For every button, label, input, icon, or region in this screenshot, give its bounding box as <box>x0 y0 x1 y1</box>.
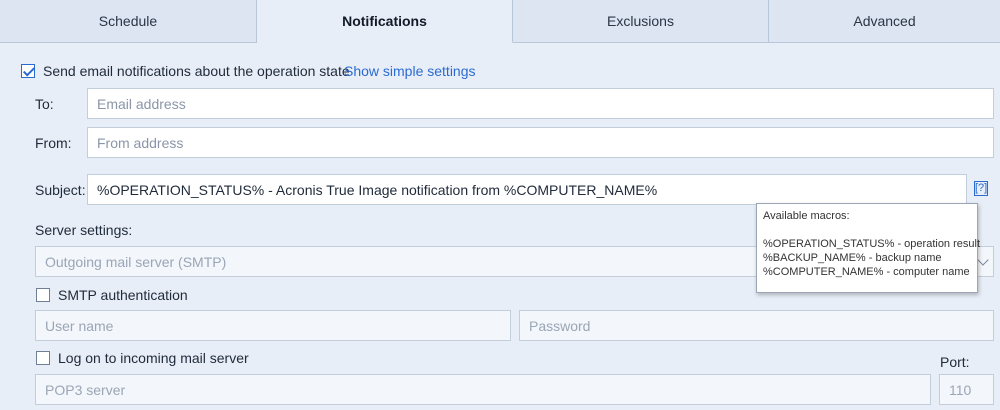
server-settings-label: Server settings: <box>35 222 133 238</box>
port-input[interactable]: 110 <box>939 374 994 405</box>
send-email-label[interactable]: Send email notifications about the opera… <box>43 63 350 79</box>
pop3-server-input[interactable]: POP3 server <box>35 374 931 405</box>
to-email-input[interactable]: Email address <box>87 88 994 119</box>
subject-input[interactable]: %OPERATION_STATUS% - Acronis True Image … <box>87 174 967 205</box>
smtp-username-placeholder: User name <box>45 317 114 334</box>
chevron-down-icon[interactable] <box>977 254 989 266</box>
from-address-input[interactable]: From address <box>87 127 994 158</box>
subject-label: Subject: <box>35 182 86 198</box>
smtp-auth-checkbox[interactable] <box>36 288 50 302</box>
tab-notifications[interactable]: Notifications <box>257 0 513 43</box>
smtp-password-input[interactable]: Password <box>519 310 994 341</box>
tooltip-macro-operation-status: %OPERATION_STATUS% - operation result <box>763 238 981 250</box>
incoming-logon-label[interactable]: Log on to incoming mail server <box>58 350 249 366</box>
tab-bar: Schedule Notifications Exclusions Advanc… <box>0 0 1000 44</box>
smtp-username-input[interactable]: User name <box>35 310 511 341</box>
tooltip-macro-computer-name: %COMPUTER_NAME% - computer name <box>763 266 970 278</box>
tab-advanced[interactable]: Advanced <box>769 0 1000 43</box>
outgoing-server-placeholder: Outgoing mail server (SMTP) <box>45 253 227 270</box>
tab-exclusions[interactable]: Exclusions <box>513 0 769 43</box>
subject-value: %OPERATION_STATUS% - Acronis True Image … <box>97 181 658 198</box>
from-address-placeholder: From address <box>97 134 184 151</box>
port-label: Port: <box>940 354 970 370</box>
incoming-logon-checkbox[interactable] <box>36 351 50 365</box>
tab-schedule[interactable]: Schedule <box>0 0 257 43</box>
tooltip-title: Available macros: <box>763 210 850 222</box>
macros-tooltip: Available macros: %OPERATION_STATUS% - o… <box>756 203 981 293</box>
port-value: 110 <box>949 381 972 398</box>
smtp-auth-label[interactable]: SMTP authentication <box>58 287 188 303</box>
send-email-checkbox[interactable] <box>21 64 35 78</box>
from-label: From: <box>35 135 72 151</box>
subject-help-icon[interactable]: [?] <box>974 181 988 196</box>
to-email-placeholder: Email address <box>97 95 186 112</box>
pop3-server-placeholder: POP3 server <box>45 381 126 398</box>
show-simple-settings-link[interactable]: Show simple settings <box>344 63 476 79</box>
to-label: To: <box>35 96 54 112</box>
smtp-password-placeholder: Password <box>529 317 591 334</box>
tooltip-macro-backup-name: %BACKUP_NAME% - backup name <box>763 252 942 264</box>
tooltip-spacer <box>763 223 971 237</box>
